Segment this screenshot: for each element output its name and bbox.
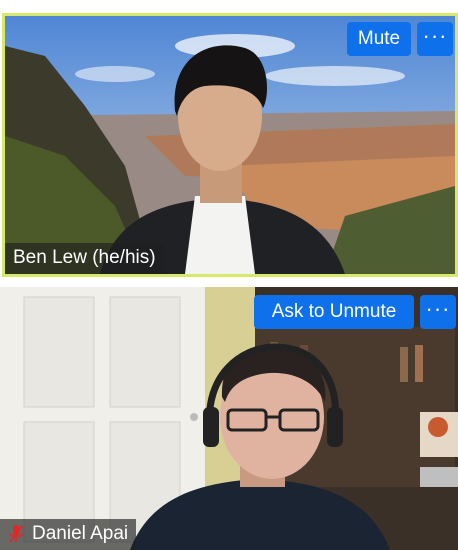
participant-video-tile-ben[interactable]: Mute ··· Ben Lew (he/his)	[2, 13, 458, 277]
participant-name-tag: Daniel Apai	[0, 519, 137, 550]
mute-button[interactable]: Mute	[347, 22, 411, 56]
participant-video-tile-daniel[interactable]: Ask to Unmute ··· Daniel Apai	[0, 287, 458, 550]
participant-name: Daniel Apai	[32, 523, 129, 544]
more-options-button[interactable]: ···	[417, 22, 453, 56]
muted-mic-icon	[9, 525, 23, 543]
participant-name: Ben Lew (he/his)	[13, 247, 156, 268]
participant-name-tag: Ben Lew (he/his)	[5, 243, 164, 274]
more-options-button[interactable]: ···	[420, 295, 456, 329]
ask-to-unmute-button[interactable]: Ask to Unmute	[254, 295, 414, 329]
